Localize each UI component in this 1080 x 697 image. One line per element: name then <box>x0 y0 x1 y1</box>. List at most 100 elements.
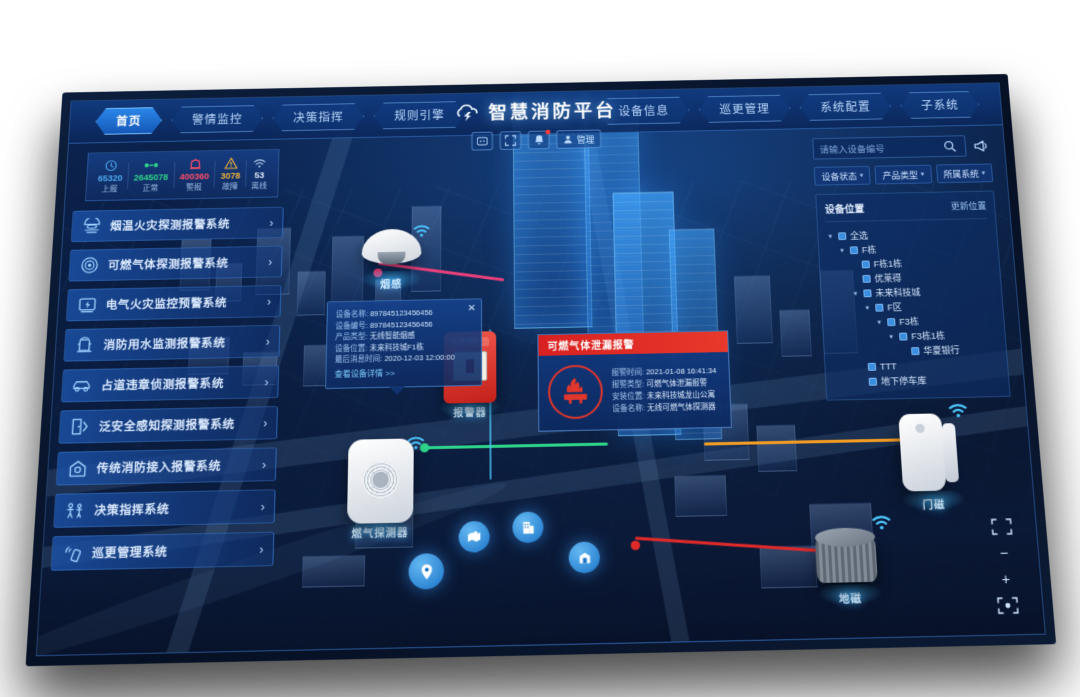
tilted-screen: 烟感 FIRE 报警器 <box>36 82 1046 656</box>
sidebar-item-general-security[interactable]: 泛安全感知探测报警系统 › <box>58 406 278 444</box>
sidebar-item-label: 可燃气体探测报警系统 <box>108 255 229 273</box>
zoom-out-button[interactable]: − <box>991 543 1017 562</box>
door-sensor-icon <box>69 416 91 437</box>
sidebar-item-patrol[interactable]: 巡更管理系统 › <box>50 532 274 571</box>
tree-twisty[interactable]: ▾ <box>838 246 846 254</box>
tree-twisty[interactable]: ▾ <box>826 232 834 240</box>
stat-alarm[interactable]: 400360 警报 <box>179 157 210 192</box>
notification-button[interactable] <box>528 131 550 150</box>
alarm-popup: 可燃气体泄漏报警 报警时间: 2021-01-08 16:41:34 报警类型:… <box>537 330 732 431</box>
sidebar-item-gas[interactable]: 可燃气体探测报警系统 › <box>68 246 282 282</box>
zoom-in-button[interactable]: + <box>993 569 1019 589</box>
locate-corner-icon[interactable] <box>996 596 1020 616</box>
tree-twisty[interactable]: ▾ <box>863 303 871 311</box>
cloud-fire-logo-icon <box>455 102 480 123</box>
tree-checkbox[interactable] <box>863 289 871 297</box>
tree-twisty[interactable]: ▾ <box>875 318 884 326</box>
map-device-smoke[interactable]: 烟感 <box>355 225 427 292</box>
tree-checkbox[interactable] <box>868 362 877 370</box>
tree-checkbox[interactable] <box>869 377 878 385</box>
chevron-right-icon: › <box>263 416 268 430</box>
chevron-right-icon: › <box>264 375 268 389</box>
alarm-value: 可燃气体泄漏报警 <box>646 378 707 388</box>
expand-corner-icon[interactable] <box>990 517 1014 536</box>
alarm-popup-body: 报警时间: 2021-01-08 16:41:34 报警类型: 可燃气体泄漏报警… <box>539 352 731 431</box>
stat-value: 2645078 <box>134 172 169 182</box>
stat-report[interactable]: 65320 上报 <box>97 159 124 194</box>
map-device-door[interactable]: 门磁 <box>896 409 966 512</box>
user-menu-label: 管理 <box>577 133 595 145</box>
search-row: 请输入设备编号 <box>812 135 991 160</box>
nav-item-decision-command[interactable]: 决策指挥 <box>272 103 364 131</box>
alarm-value: 无线可燃气体探测器 <box>647 402 716 412</box>
sidebar-item-label: 决策指挥系统 <box>94 500 170 518</box>
user-menu-button[interactable]: 管理 <box>556 130 601 149</box>
tree-checkbox[interactable] <box>850 246 858 254</box>
gas-explosion-icon <box>548 364 604 419</box>
tree-checkbox[interactable] <box>875 303 883 311</box>
tooltip-value: 897845123456456 <box>370 308 433 318</box>
nav-item-subsystem[interactable]: 子系统 <box>900 91 980 119</box>
nav-item-rule-engine[interactable]: 规则引擎 <box>374 101 466 129</box>
divider <box>245 161 247 187</box>
tree-checkbox[interactable] <box>838 232 846 240</box>
tree-checkbox[interactable] <box>862 274 870 282</box>
filter-device-status[interactable]: 设备状态 ▾ <box>814 166 871 186</box>
city-block <box>779 309 811 357</box>
nav-item-patrol-mgmt[interactable]: 巡更管理 <box>699 95 791 123</box>
tree-checkbox[interactable] <box>887 318 896 326</box>
stat-fault[interactable]: 3078 故障 <box>220 157 241 192</box>
tree-checkbox[interactable] <box>899 332 908 340</box>
filter-row: 设备状态 ▾ 产品类型 ▾ 所属系统 ▾ <box>814 163 993 185</box>
notification-badge <box>545 130 550 135</box>
vehicle-icon <box>71 375 92 395</box>
nav-item-home[interactable]: 首页 <box>95 107 163 135</box>
filter-label: 设备状态 <box>821 169 857 182</box>
tree-node[interactable]: 地下停车库 <box>834 371 1001 389</box>
sidebar-item-command[interactable]: 决策指挥系统 › <box>53 489 276 528</box>
tree-twisty[interactable]: ▾ <box>887 332 896 340</box>
tree-checkbox[interactable] <box>911 347 920 355</box>
close-icon[interactable]: ✕ <box>468 303 476 314</box>
device-info-tooltip: ✕ 设备名称: 897845123456456 设备编号: 8978451234… <box>325 298 482 388</box>
stat-normal[interactable]: 2645078 正常 <box>133 158 169 193</box>
page-title: 智慧消防平台 <box>488 97 616 124</box>
filter-system[interactable]: 所属系统 ▾ <box>936 163 994 183</box>
stat-label: 警报 <box>186 182 202 193</box>
search-icon[interactable] <box>940 137 960 155</box>
update-location-button[interactable]: 更新位置 <box>950 199 986 212</box>
sidebar-item-water[interactable]: 消防用水监测报警系统 › <box>63 325 280 362</box>
message-button[interactable] <box>471 132 492 151</box>
stat-offline[interactable]: 53 离线 <box>251 156 268 191</box>
tree-node-label: F栋 <box>861 243 876 256</box>
city-block <box>674 475 727 517</box>
sidebar-item-traditional-fire[interactable]: 传统消防接入报警系统 › <box>56 447 277 485</box>
tree-checkbox[interactable] <box>861 260 869 268</box>
tooltip-value: 2020-12-03 12:00:00 <box>384 353 454 363</box>
sidebar-item-road-violation[interactable]: 占道违章侦测报警系统 › <box>61 365 279 402</box>
map-device-geomagnetic[interactable]: 地磁 <box>810 521 887 607</box>
right-panel: 请输入设备编号 设备状态 ▾ 产品类型 ▾ 所属系统 ▾ 设备位置 更新位置 ▾… <box>812 135 1011 401</box>
search-input[interactable]: 请输入设备编号 <box>812 135 966 159</box>
sidebar-item-smoke-fire[interactable]: 烟温火灾探测报警系统 › <box>71 207 284 243</box>
user-icon <box>563 135 573 144</box>
map-device-gas[interactable]: 燃气探测器 <box>347 438 414 540</box>
app-root: 烟感 FIRE 报警器 <box>0 0 1080 697</box>
wifi-icon <box>406 434 427 456</box>
tree-node-label: F栋1栋 <box>873 257 902 270</box>
nav-item-system-config[interactable]: 系统配置 <box>799 93 892 121</box>
fullscreen-button[interactable] <box>500 131 522 150</box>
chevron-right-icon: › <box>267 294 271 308</box>
sidebar-item-electric[interactable]: 电气火灾监控预警系统 › <box>66 285 282 321</box>
megaphone-icon[interactable] <box>971 137 991 155</box>
filter-product-type[interactable]: 产品类型 ▾ <box>875 165 932 185</box>
stat-label: 离线 <box>251 180 267 191</box>
view-device-detail-link[interactable]: 查看设备详情 >> <box>334 366 473 380</box>
nav-item-alarm-monitor[interactable]: 警情监控 <box>171 105 264 133</box>
wifi-icon <box>253 156 267 169</box>
device-icon <box>144 158 159 171</box>
sidebar-item-label: 巡更管理系统 <box>92 543 168 561</box>
tree-twisty[interactable]: ▾ <box>851 289 859 297</box>
smoke-sensor-icon <box>81 216 102 235</box>
electric-monitor-icon <box>76 295 97 315</box>
